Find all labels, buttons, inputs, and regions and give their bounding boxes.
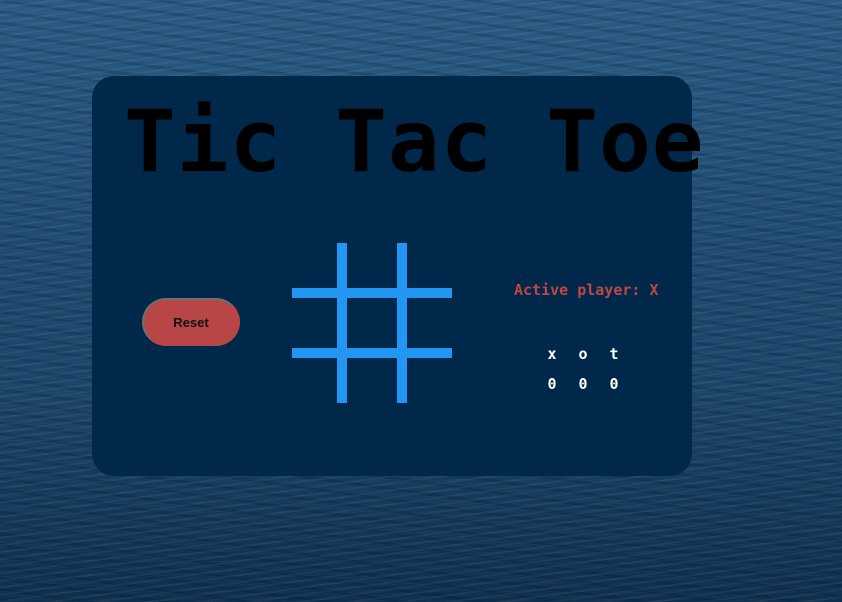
reset-button[interactable]: Reset — [142, 298, 240, 346]
page-title: Tic Tac Toe — [124, 92, 705, 192]
board-cell-1[interactable] — [292, 243, 337, 288]
board-cell-2[interactable] — [347, 243, 397, 288]
grid-line-vertical-1 — [337, 243, 347, 403]
board-cell-3[interactable] — [407, 243, 452, 288]
board-cell-6[interactable] — [407, 298, 452, 348]
score-header-tie: t — [609, 345, 619, 363]
score-header-x: x — [547, 345, 557, 363]
scoreboard: x o t 0 0 0 — [541, 345, 625, 405]
grid-line-vertical-2 — [397, 243, 407, 403]
board-cell-8[interactable] — [347, 358, 397, 403]
board-cell-9[interactable] — [407, 358, 452, 403]
score-header-o: o — [578, 345, 588, 363]
scoreboard-value-row: 0 0 0 — [541, 375, 625, 397]
score-value-x: 0 — [547, 375, 557, 393]
grid-line-horizontal-1 — [292, 288, 452, 298]
score-value-o: 0 — [578, 375, 588, 393]
active-player-status: Active player: X — [514, 281, 659, 299]
score-value-tie: 0 — [609, 375, 619, 393]
game-board — [292, 243, 452, 403]
board-cell-5[interactable] — [347, 298, 397, 348]
scoreboard-header-row: x o t — [541, 345, 625, 367]
grid-line-horizontal-2 — [292, 348, 452, 358]
board-cell-7[interactable] — [292, 358, 337, 403]
board-cell-4[interactable] — [292, 298, 337, 348]
